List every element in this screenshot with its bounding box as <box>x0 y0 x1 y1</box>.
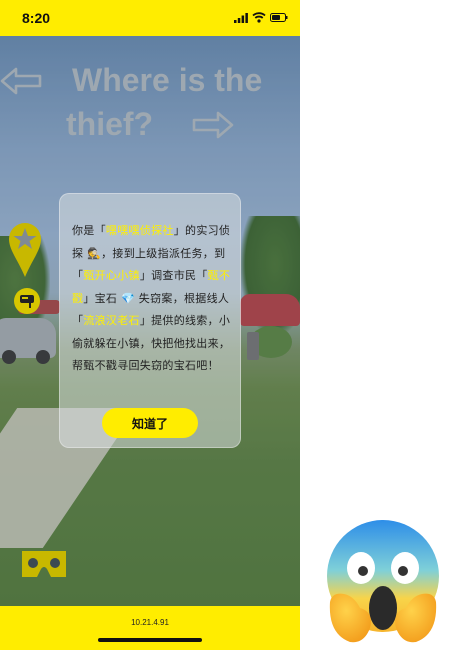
message-highlight: 嘿嘿嘿侦探社 <box>105 224 174 237</box>
arrow-right-icon[interactable] <box>192 110 234 140</box>
battery-icon <box>270 13 288 22</box>
mission-message: 你是「嘿嘿嘿侦探社」的实习侦探 🕵️，接到上级指派任务，到「甄开心小镇」调查市民… <box>72 220 232 378</box>
scene-title-line1: Where is the <box>72 62 263 98</box>
message-highlight: 流浪汉老石 <box>83 314 140 327</box>
home-indicator <box>98 638 202 642</box>
mailbox-glyph <box>20 295 34 308</box>
status-bar: 8:20 <box>0 0 300 36</box>
mission-dialog: 你是「嘿嘿嘿侦探社」的实习侦探 🕵️，接到上级指派任务，到「甄开心小镇」调查市民… <box>59 193 241 448</box>
message-text: 你是「 <box>72 224 106 237</box>
wifi-icon <box>252 12 266 23</box>
phone-screen: 8:20 Where is the thief? 你是「嘿嘿嘿侦探社」的实习侦探… <box>0 0 300 650</box>
scene-title-line2: thief? <box>66 106 154 142</box>
map-pin-star-icon[interactable] <box>8 222 42 278</box>
got-it-button[interactable]: 知道了 <box>102 408 198 438</box>
cellular-signal-icon <box>234 13 248 23</box>
face-screaming-in-fear-emoji <box>327 520 439 643</box>
bottom-bar: 10.21.4.91 <box>0 606 300 650</box>
message-highlight: 甄开心小镇 <box>83 269 140 282</box>
arrow-left-icon[interactable] <box>0 66 42 96</box>
camera-scene: Where is the thief? 你是「嘿嘿嘿侦探社」的实习侦探 🕵️，接… <box>0 36 300 606</box>
version-label: 10.21.4.91 <box>131 618 169 627</box>
status-time: 8:20 <box>22 10 51 26</box>
message-text: 」调查市民「 <box>139 269 208 282</box>
vr-headset-icon[interactable] <box>20 548 68 580</box>
mailbox-icon[interactable] <box>14 288 40 314</box>
